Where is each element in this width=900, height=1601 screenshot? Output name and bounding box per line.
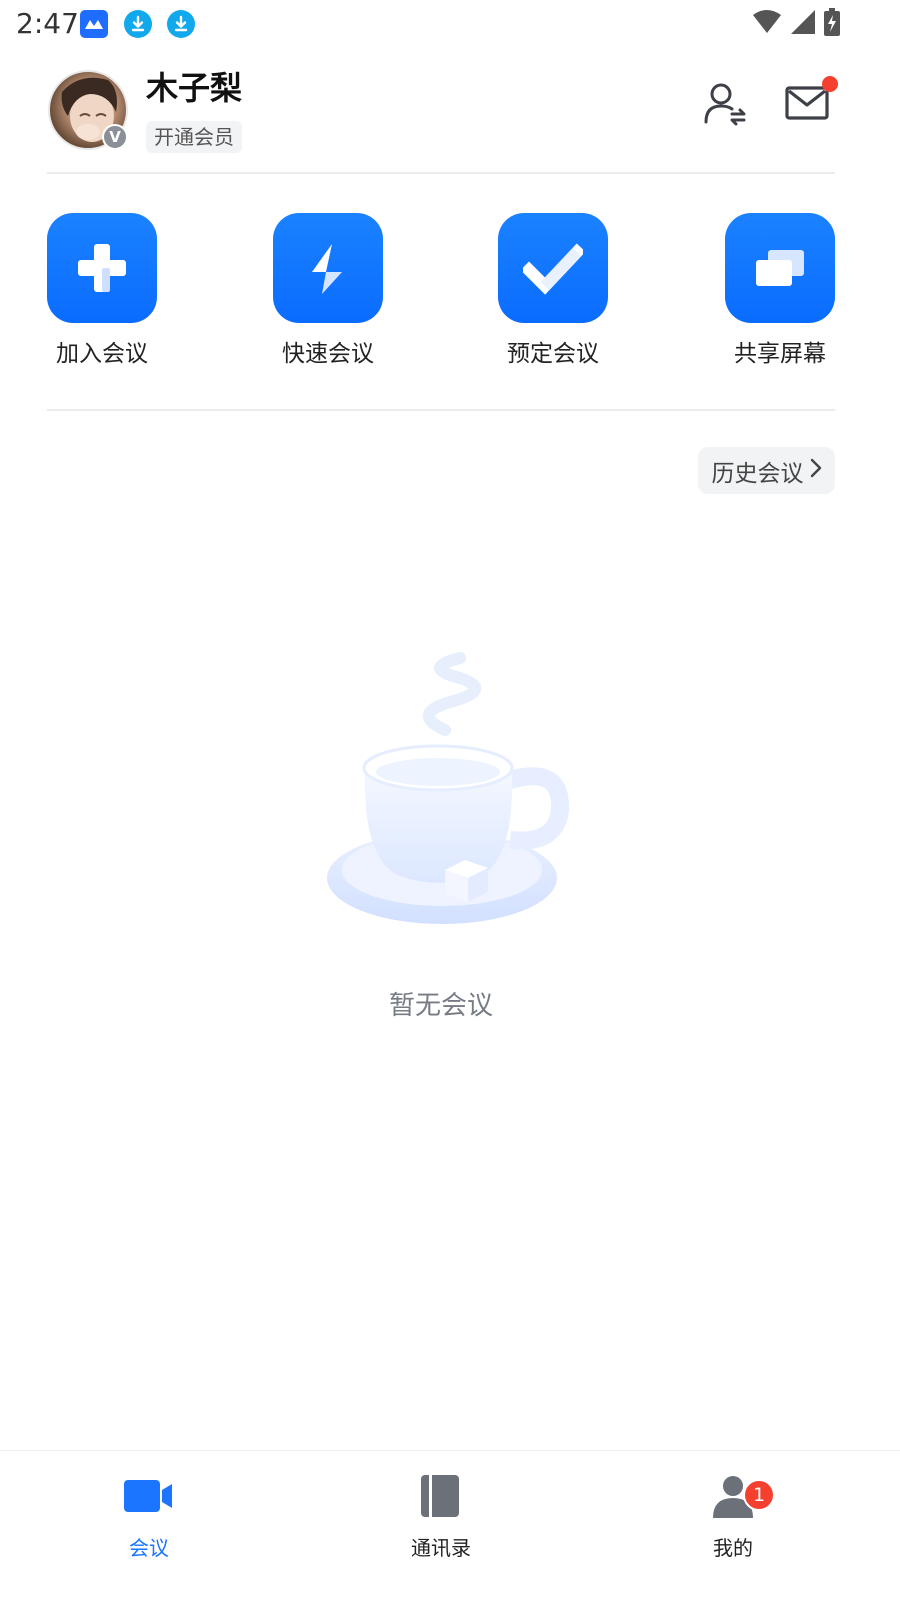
share-screen-label: 共享屏幕 bbox=[734, 341, 826, 367]
join-meeting-button[interactable]: 加入会议 bbox=[37, 213, 167, 369]
status-time: 2:47 bbox=[16, 7, 79, 40]
plus-icon bbox=[78, 244, 126, 292]
contacts-book-icon bbox=[371, 1471, 511, 1521]
history-meetings-button[interactable]: 历史会议 bbox=[698, 447, 835, 494]
share-screen-icon bbox=[756, 250, 804, 286]
quick-meeting-button[interactable]: 快速会议 bbox=[263, 213, 393, 369]
bottom-nav: 会议 通讯录 1 我的 bbox=[0, 1450, 900, 1601]
notification-badge: 1 bbox=[743, 1479, 775, 1511]
app-logo-icon bbox=[80, 10, 108, 38]
video-camera-icon bbox=[79, 1471, 219, 1521]
download-icon bbox=[167, 10, 195, 38]
coffee-cup-illustration bbox=[310, 640, 590, 940]
quick-meeting-tile[interactable] bbox=[273, 213, 383, 323]
lightning-icon bbox=[312, 244, 342, 294]
verified-badge: V bbox=[102, 124, 128, 150]
user-name[interactable]: 木子梨 bbox=[146, 68, 242, 108]
nav-label-meetings: 会议 bbox=[129, 1536, 169, 1560]
schedule-meeting-button[interactable]: 预定会议 bbox=[488, 213, 618, 369]
checkmark-icon bbox=[523, 243, 583, 295]
join-meeting-label: 加入会议 bbox=[56, 341, 148, 367]
quick-meeting-label: 快速会议 bbox=[282, 341, 374, 367]
battery-charging-icon bbox=[824, 8, 840, 40]
download-icon bbox=[124, 10, 152, 38]
signal-icon bbox=[790, 9, 816, 39]
join-meeting-tile[interactable] bbox=[47, 213, 157, 323]
header-divider bbox=[47, 172, 835, 174]
empty-state-text: 暂无会议 bbox=[388, 991, 493, 1021]
wifi-icon bbox=[752, 9, 782, 39]
share-screen-button[interactable]: 共享屏幕 bbox=[715, 213, 845, 369]
member-tag-button[interactable]: 开通会员 bbox=[146, 121, 242, 153]
schedule-meeting-tile[interactable] bbox=[498, 213, 608, 323]
mail-icon bbox=[785, 84, 829, 126]
status-right-icons bbox=[752, 8, 840, 40]
switch-account-icon bbox=[702, 80, 748, 130]
actions-divider bbox=[47, 409, 835, 411]
person-icon bbox=[663, 1471, 803, 1521]
nav-item-contacts[interactable]: 通讯录 bbox=[371, 1471, 511, 1561]
status-bar: 2:47 bbox=[0, 0, 900, 48]
nav-label-me: 我的 bbox=[713, 1536, 753, 1560]
history-meetings-label: 历史会议 bbox=[711, 460, 804, 487]
share-screen-tile[interactable] bbox=[725, 213, 835, 323]
unread-dot bbox=[822, 76, 838, 92]
nav-item-me[interactable]: 1 我的 bbox=[663, 1471, 803, 1561]
chevron-right-icon bbox=[810, 458, 822, 484]
nav-item-meetings[interactable]: 会议 bbox=[79, 1471, 219, 1561]
nav-label-contacts: 通讯录 bbox=[411, 1536, 471, 1560]
switch-account-button[interactable] bbox=[700, 80, 750, 130]
schedule-meeting-label: 预定会议 bbox=[507, 341, 599, 367]
